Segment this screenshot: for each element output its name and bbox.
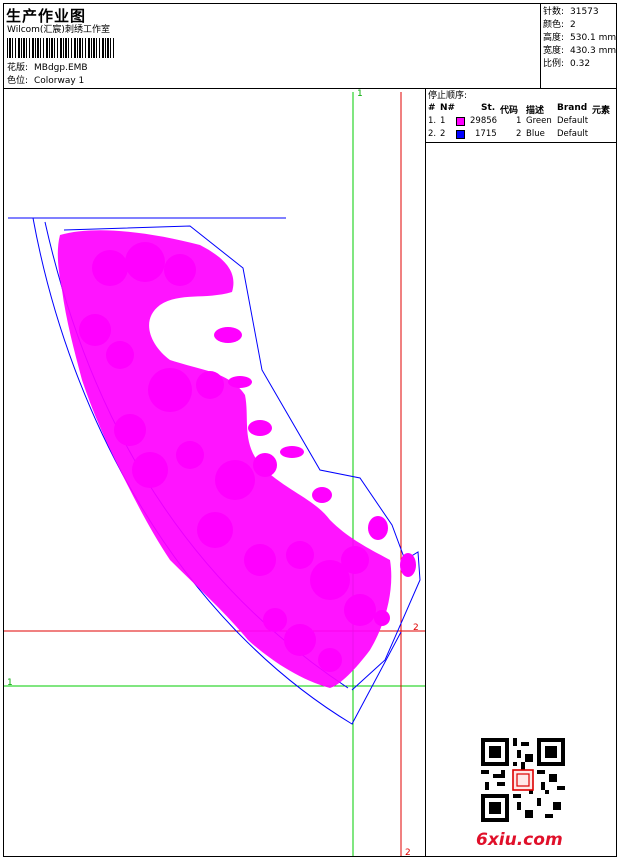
seal-stamp-icon: [512, 769, 534, 791]
guide-green-top-label: 1: [357, 89, 363, 99]
design-canvas: 1 1 2 2: [4, 89, 425, 858]
watermark-site: 6xiu.com: [476, 830, 563, 850]
guide-green-left-label: 1: [7, 678, 13, 688]
guide-red-bottom-label: 2: [405, 848, 411, 858]
guide-red-right-label: 2: [413, 623, 419, 633]
qr-code: [481, 738, 565, 822]
